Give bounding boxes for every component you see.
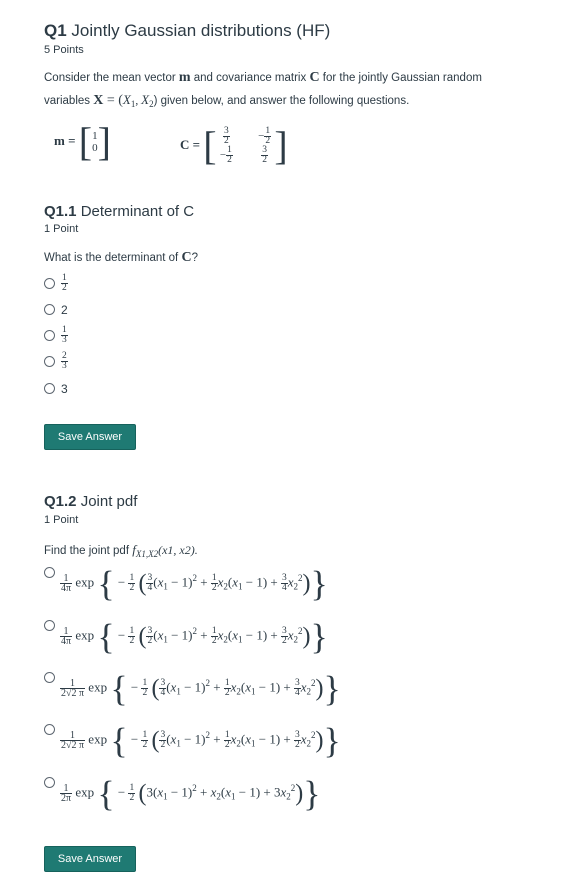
m-eq: m = xyxy=(54,132,76,148)
q12-option-3-radio[interactable] xyxy=(44,672,55,683)
X2-symbol: X xyxy=(141,92,150,107)
opt3-den: 3 xyxy=(61,335,68,345)
intro-text-c: for the jointly Gaussian random xyxy=(319,72,482,84)
q11-option-3-label: 13 xyxy=(61,325,68,345)
X1-symbol: X xyxy=(122,92,131,107)
C-eq: C = xyxy=(180,136,201,152)
q1-intro: Consider the mean vector m and covarianc… xyxy=(44,70,482,109)
q12-option-2-radio[interactable] xyxy=(44,620,55,631)
q11-title-text: Determinant of C xyxy=(80,203,195,220)
c21-num: 1 xyxy=(227,145,232,155)
q11-option-4-label: 23 xyxy=(61,351,68,371)
q12-option-5-formula: 1 2π exp { − 12 (3(x1 − 1)2 + x2(x1 − 1) … xyxy=(60,773,321,814)
q11-title: Q1.1 Determinant of C xyxy=(44,203,194,220)
intro-text-a: Consider the mean vector xyxy=(44,72,179,84)
C-symbol: C xyxy=(309,70,320,85)
opt1-num: 1 xyxy=(62,273,67,283)
mean-vector: m = [1 0] xyxy=(54,119,111,164)
q12-title: Q1.2 Joint pdf xyxy=(44,493,137,510)
q11-option-2-radio[interactable] xyxy=(44,304,55,315)
q11-option-3-radio[interactable] xyxy=(44,330,55,341)
q11-option-2-label: 2 xyxy=(61,303,68,317)
q1-title-text: Jointly Gaussian distributions (HF) xyxy=(71,21,331,40)
q12-title-text: Joint pdf xyxy=(80,493,138,510)
q12-option-5-radio[interactable] xyxy=(44,777,55,788)
q12-prompt: Find the joint pdf fX1,X2(x1, x2). xyxy=(44,539,534,565)
opt4-den: 3 xyxy=(61,361,68,371)
X-symbol: X xyxy=(93,93,104,108)
q1-number: Q1 xyxy=(44,21,67,40)
intro-text-e: ) given below, and answer the following … xyxy=(153,95,410,107)
q11-option-1-label: 12 xyxy=(61,273,68,293)
q11-option-5-label: 3 xyxy=(61,382,68,396)
q11-prompt-end: ? xyxy=(191,252,198,264)
X-eq: = ( xyxy=(103,93,123,108)
q11-prompt-text: What is the determinant of xyxy=(44,252,182,264)
q11-points: 1 Point xyxy=(44,223,79,235)
q1-points: 5 Points xyxy=(44,44,84,56)
opt3-num: 1 xyxy=(62,325,67,335)
opt4-num: 2 xyxy=(62,351,67,361)
c21-den: 2 xyxy=(226,155,233,165)
covariance-matrix: C = [ 32 −1 2 −1 2 32 ] xyxy=(180,123,288,168)
q12-option-4-radio[interactable] xyxy=(44,724,55,735)
opt1-den: 2 xyxy=(61,283,68,293)
q12-option-4-formula: 1 2√2 π exp { − 12 (3 2 (x1 − 1)2 + 1 2 x2(x1… xyxy=(60,720,341,761)
c22-den: 2 xyxy=(261,155,268,165)
q12-option-2-formula: 1 4π exp { − 12 (3 2 (x1 − 1)2 + 1 2 x2(x1 − … xyxy=(60,616,328,657)
m-symbol: m xyxy=(178,70,191,85)
q12-option-1-radio[interactable] xyxy=(44,567,55,578)
intro-text-d: variables xyxy=(44,95,94,107)
q12-option-1-formula: 1 4π exp { − 12 (3 4 (x1 − 1)2 + 1 2 x2(x1 − … xyxy=(60,563,328,604)
c11-num: 3 xyxy=(223,126,229,136)
q1-title: Q1 Jointly Gaussian distributions (HF) xyxy=(44,21,330,41)
c22-num: 3 xyxy=(262,145,267,155)
q11-option-5-radio[interactable] xyxy=(44,383,55,394)
q11-prompt: What is the determinant of C? xyxy=(44,247,534,269)
f-sub: X1,X2 xyxy=(135,549,159,559)
q11-save-button[interactable]: Save Answer xyxy=(44,424,136,450)
q12-prompt-text: Find the joint pdf xyxy=(44,545,133,557)
q11-number: Q1.1 xyxy=(44,203,77,220)
q12-option-3-formula: 1 2√2 π exp { − 12 (3 4 (x1 − 1)2 + 1 2 x2(x1… xyxy=(60,668,341,709)
f-args: (x1, x2). xyxy=(158,543,198,557)
q12-save-button[interactable]: Save Answer xyxy=(44,846,136,872)
q11-C-symbol: C xyxy=(181,250,192,265)
intro-text-b: and covariance matrix xyxy=(190,72,310,84)
q12-points: 1 Point xyxy=(44,514,79,526)
q12-number: Q1.2 xyxy=(44,493,77,510)
q11-option-4-radio[interactable] xyxy=(44,356,55,367)
q11-option-1-radio[interactable] xyxy=(44,278,55,289)
c12-num: 1 xyxy=(265,126,271,136)
